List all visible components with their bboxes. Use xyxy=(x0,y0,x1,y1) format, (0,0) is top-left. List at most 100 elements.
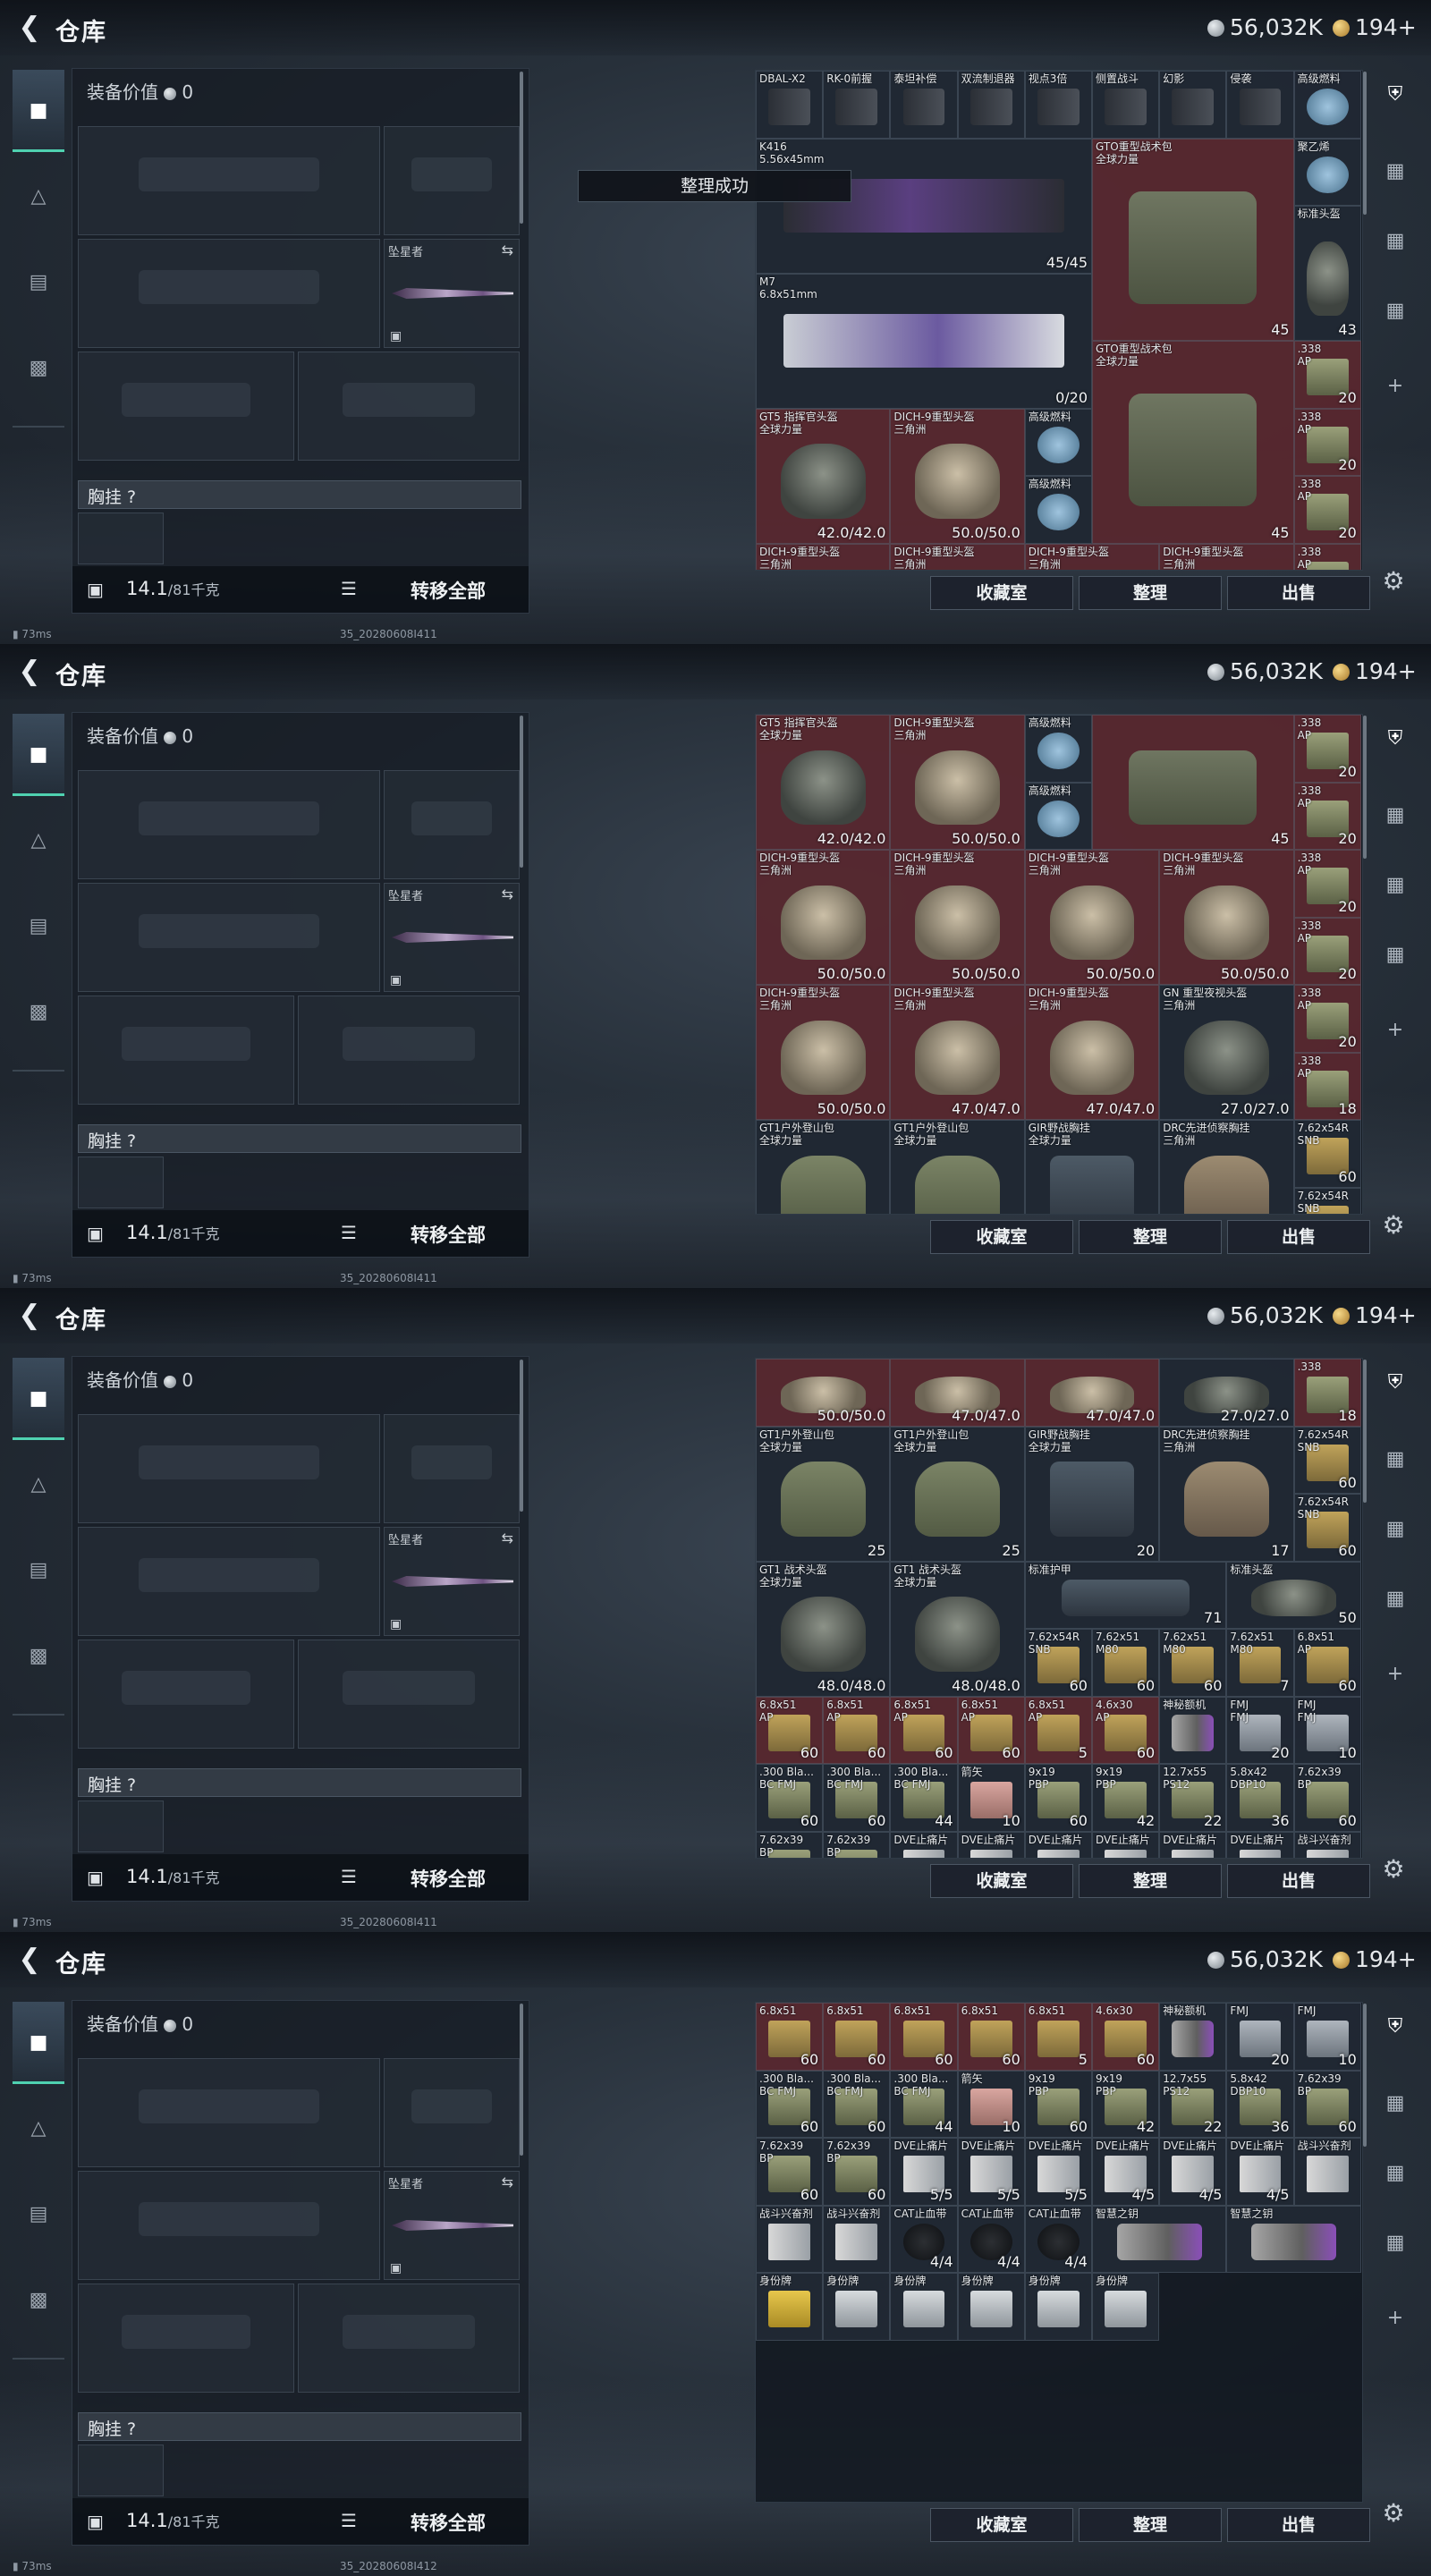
inventory-item[interactable]: 50.0/50.0 xyxy=(756,1359,891,1427)
inventory-item[interactable]: .338 AP 20 xyxy=(1293,408,1361,476)
storage-tab-4-icon[interactable]: ▦ xyxy=(1379,939,1411,971)
sort-button[interactable]: 整理 xyxy=(1079,1864,1222,1898)
briefcase-tab-icon[interactable]: ▩ xyxy=(13,327,64,410)
helmet-tab-icon[interactable]: △ xyxy=(13,800,64,882)
weapon-tab-icon[interactable]: ■ xyxy=(13,714,64,796)
inventory-item[interactable]: 标准头盔 50 xyxy=(1226,1561,1361,1629)
storage-tab-4-icon[interactable]: ▦ xyxy=(1379,1583,1411,1615)
inventory-item[interactable]: 箭矢 10 xyxy=(957,2070,1025,2138)
inventory-item[interactable]: DVE止痛片 xyxy=(1024,1831,1092,1858)
inventory-item[interactable]: DVE止痛片 xyxy=(1159,1831,1227,1858)
storage-tab-4-icon[interactable]: ▦ xyxy=(1379,2227,1411,2259)
inventory-item[interactable]: 12.7x55 PS12 22 xyxy=(1159,2070,1227,2138)
primary-weapon-slot[interactable] xyxy=(78,1414,380,1523)
inventory-item[interactable]: .300 Bla... BC FMJ 60 xyxy=(823,1764,891,1832)
inventory-item[interactable]: 7.62x39 BP xyxy=(756,1831,824,1858)
inventory-item[interactable]: 5.8x42 DBP10 36 xyxy=(1226,2070,1294,2138)
inventory-item[interactable]: DICH-9重型头盔 三角洲 xyxy=(1159,543,1294,570)
inventory-item[interactable]: DVE止痛片 xyxy=(957,1831,1025,1858)
inventory-item[interactable]: 身份牌 xyxy=(1024,2273,1092,2341)
inventory-item[interactable]: 27.0/27.0 xyxy=(1159,1359,1294,1427)
inventory-item[interactable]: .338 AP 20 xyxy=(1293,715,1361,783)
sell-button[interactable]: 出售 xyxy=(1227,1220,1370,1254)
inventory-item[interactable]: 47.0/47.0 xyxy=(1024,1359,1160,1427)
equipment-scrollbar[interactable] xyxy=(520,2004,523,2156)
swap-icon[interactable]: ⇆ xyxy=(502,2174,513,2190)
melee-slot[interactable]: 坠星者 ⇆ ▣ xyxy=(384,2171,520,2280)
secondary-weapon-slot[interactable] xyxy=(78,239,380,348)
inventory-item[interactable]: 4.6x30 60 xyxy=(1092,2003,1160,2071)
primary-weapon-slot[interactable] xyxy=(78,770,380,879)
inventory-item[interactable]: 箭矢 10 xyxy=(957,1764,1025,1832)
helmet-slot[interactable] xyxy=(78,1640,294,1749)
inventory-item[interactable]: 标准头盔 43 xyxy=(1293,206,1361,341)
chevron-left-icon[interactable]: ❮ xyxy=(14,1301,45,1331)
armor-slot[interactable] xyxy=(298,352,520,461)
inventory-item[interactable]: 高级燃料 xyxy=(1024,476,1092,544)
list-icon[interactable]: ☰ xyxy=(341,1222,357,1243)
inventory-item[interactable]: 6.8x51 60 xyxy=(756,2003,824,2071)
inventory-item[interactable]: 6.8x51 60 xyxy=(957,2003,1025,2071)
inventory-item[interactable]: DVE止痛片 5/5 xyxy=(1024,2138,1092,2206)
sell-button[interactable]: 出售 xyxy=(1227,1864,1370,1898)
inventory-item[interactable]: 6.8x51 AP 60 xyxy=(756,1696,824,1764)
pistol-slot[interactable] xyxy=(384,2058,520,2167)
armor-slot[interactable] xyxy=(298,1640,520,1749)
list-icon[interactable]: ☰ xyxy=(341,578,357,599)
inventory-item[interactable]: 7.62x51 M80 60 xyxy=(1092,1629,1160,1697)
melee-slot[interactable]: 坠星者 ⇆ ▣ xyxy=(384,239,520,348)
inventory-item[interactable]: 6.8x51 AP 60 xyxy=(890,1696,958,1764)
sort-button[interactable]: 整理 xyxy=(1079,576,1222,610)
inventory-item[interactable]: 7.62x39 BP 60 xyxy=(1293,2070,1361,2138)
inventory-item[interactable]: .300 Bla... BC FMJ 44 xyxy=(890,2070,958,2138)
move-all-button[interactable]: 转移全部 xyxy=(411,1865,486,1892)
inventory-item[interactable]: M7 6.8x51mm 0/20 xyxy=(756,273,1092,409)
inventory-item[interactable]: .300 Bla... BC FMJ 60 xyxy=(756,1764,824,1832)
chest-rig-header[interactable]: 胸挂 ? xyxy=(78,2412,521,2441)
storage-tab-2-icon[interactable]: ▦ xyxy=(1379,800,1411,832)
move-all-button[interactable]: 转移全部 xyxy=(411,1221,486,1248)
storage-tab-2-icon[interactable]: ▦ xyxy=(1379,1444,1411,1476)
inventory-item[interactable]: 7.62x54R SNB 60 xyxy=(1293,1426,1361,1494)
inventory-item[interactable]: CAT止血带 4/4 xyxy=(1024,2205,1092,2273)
inventory-item[interactable]: .338 18 xyxy=(1293,1359,1361,1427)
inventory-item[interactable]: 7.62x54R SNB xyxy=(1293,1187,1361,1214)
gold-currency[interactable]: 194+ xyxy=(1333,658,1417,684)
inventory-item[interactable]: GT1 战术头盔 全球力量 48.0/48.0 xyxy=(756,1561,891,1697)
inventory-item[interactable]: K416 5.56x45mm 45/45 xyxy=(756,138,1092,274)
storage-tab-3-icon[interactable]: ▦ xyxy=(1379,225,1411,258)
sell-button[interactable]: 出售 xyxy=(1227,576,1370,610)
chest-rig-slot[interactable] xyxy=(78,2445,164,2496)
inventory-item[interactable]: .338 AP 20 xyxy=(1293,850,1361,918)
inventory-item[interactable]: 7.62x39 BP xyxy=(823,1831,891,1858)
move-all-button[interactable]: 转移全部 xyxy=(411,577,486,604)
melee-slot[interactable]: 坠星者 ⇆ ▣ xyxy=(384,883,520,992)
sort-button[interactable]: 整理 xyxy=(1079,2508,1222,2542)
chevron-left-icon[interactable]: ❮ xyxy=(14,1945,45,1975)
inventory-item[interactable]: GT1 战术头盔 全球力量 48.0/48.0 xyxy=(890,1561,1025,1697)
storage-scrollbar[interactable] xyxy=(1363,1360,1367,1503)
inventory-item[interactable]: 9x19 PBP 42 xyxy=(1092,1764,1160,1832)
inventory-item[interactable]: DVE止痛片 xyxy=(1226,1831,1294,1858)
storage-tab-3-icon[interactable]: ▦ xyxy=(1379,869,1411,902)
lock-icon[interactable]: ▣ xyxy=(87,1223,104,1244)
inventory-item[interactable]: FMJ 10 xyxy=(1293,2003,1361,2071)
gear-icon[interactable]: ⚙ xyxy=(1376,1852,1411,1887)
helmet-tab-icon[interactable]: △ xyxy=(13,2088,64,2170)
inventory-item[interactable]: 5.8x42 DBP10 36 xyxy=(1226,1764,1294,1832)
chevron-left-icon[interactable]: ❮ xyxy=(14,13,45,43)
chest-rig-header[interactable]: 胸挂 ? xyxy=(78,1768,521,1797)
inventory-item[interactable]: GTO重型战术包 全球力量 45 xyxy=(1092,138,1294,341)
chest-rig-header[interactable]: 胸挂 ? xyxy=(78,1124,521,1153)
inventory-item[interactable]: GTO重型战术包 全球力量 45 xyxy=(1092,341,1294,544)
inventory-item[interactable]: 侧置战斗 xyxy=(1092,71,1160,139)
inventory-item[interactable]: CAT止血带 4/4 xyxy=(957,2205,1025,2273)
inventory-item[interactable]: DICH-9重型头盔 三角洲 xyxy=(890,543,1025,570)
inventory-item[interactable]: FMJ 20 xyxy=(1226,2003,1294,2071)
inventory-item[interactable]: DICH-9重型头盔 三角洲 50.0/50.0 xyxy=(890,715,1025,850)
gear-icon[interactable]: ⚙ xyxy=(1376,1208,1411,1243)
swap-icon[interactable]: ⇆ xyxy=(502,242,513,258)
lock-icon[interactable]: ▣ xyxy=(87,2511,104,2532)
inventory-item[interactable]: GN 重型夜视头盔 三角洲 27.0/27.0 xyxy=(1159,985,1294,1120)
helmet-slot[interactable] xyxy=(78,996,294,1105)
